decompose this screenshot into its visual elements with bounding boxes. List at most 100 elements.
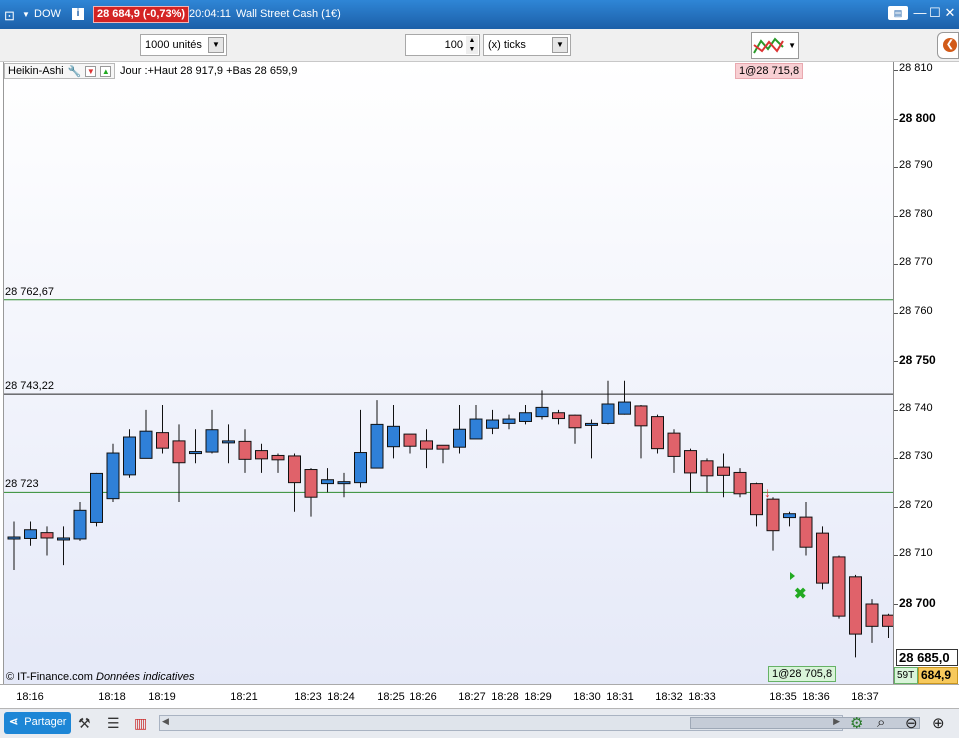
price-tick: 28 720 <box>899 498 933 511</box>
list-icon[interactable]: ☰ <box>107 715 120 732</box>
price-axis[interactable]: 28 810 28 800 28 790 28 780 28 770 28 760 28 7… <box>893 62 959 684</box>
candle-body <box>667 432 681 457</box>
current-price-small: 684,9 <box>918 667 958 684</box>
candle-body <box>783 513 796 519</box>
level-label: 28 743,22 <box>5 380 54 393</box>
maximize-icon[interactable]: ☐ <box>928 6 942 20</box>
order-buy-label[interactable]: 1@28 705,8 <box>768 666 837 682</box>
symbol-label[interactable]: DOW <box>34 8 61 20</box>
candle-body <box>717 466 730 476</box>
wrench-icon[interactable]: 🔧 <box>68 65 82 78</box>
time-tick: 18:29 <box>524 691 552 703</box>
cancel-order-icon: ✖ <box>794 585 807 602</box>
price-tick-mark <box>894 458 898 460</box>
time-tick: 18:36 <box>802 691 830 703</box>
chevron-down-icon[interactable]: ▼ <box>788 41 796 50</box>
close-icon[interactable]: ✕ <box>943 6 957 20</box>
share-label: Partager <box>24 716 67 728</box>
candle-body <box>205 429 219 453</box>
horizontal-scrollbar[interactable]: ◀ ▶ <box>159 715 920 731</box>
price-tick: 28 700 <box>899 596 936 610</box>
ticks-unit-select[interactable]: (x) ticks ▼ <box>483 34 571 56</box>
day-high-low: Jour :+Haut 28 917,9 +Bas 28 659,9 <box>120 65 298 77</box>
zoom-out-icon[interactable]: ⊖ <box>905 714 918 732</box>
down-arrow-icon[interactable]: ▼ <box>85 65 97 77</box>
candle-body <box>799 516 813 548</box>
chart-settings-icon[interactable]: ⚙ <box>850 714 863 732</box>
level-label: 28 723 <box>5 478 39 491</box>
price-tick-mark <box>894 118 898 120</box>
indicator-label: Heikin-Ashi <box>8 65 64 77</box>
candle-body <box>651 416 664 450</box>
candle-body <box>222 440 235 444</box>
zoom-fit-icon[interactable]: ⌕ <box>877 714 885 731</box>
candle-body <box>750 483 763 516</box>
price-tick: 28 730 <box>899 450 933 463</box>
candle-body <box>519 412 532 422</box>
zoom-in-icon[interactable]: ⊕ <box>932 714 945 732</box>
time-tick: 18:21 <box>230 691 258 703</box>
candle-body <box>601 403 615 424</box>
price-tick: 28 770 <box>899 256 933 269</box>
price-tick: 28 790 <box>899 159 933 172</box>
info-icon[interactable]: i <box>72 8 84 20</box>
drawing-tools-icon[interactable]: ⚒ <box>78 715 91 732</box>
price-tick-mark <box>894 70 898 71</box>
candle-body <box>106 452 120 500</box>
indicator-tag[interactable]: Heikin-Ashi 🔧 ▼ ▲ <box>4 63 116 79</box>
level-label: 28 762,67 <box>5 285 54 298</box>
price-tick-mark <box>894 409 898 411</box>
candle-body <box>40 532 54 539</box>
price-tick: 28 760 <box>899 304 933 317</box>
candle-body <box>832 556 846 617</box>
candle-body <box>189 451 202 455</box>
candle-body <box>568 414 582 429</box>
last-price-badge: 28 684,9 (-0,73%) <box>93 6 190 23</box>
chevron-down-icon[interactable]: ▼ <box>22 10 30 19</box>
ticks-input[interactable]: 100 ▲ ▼ <box>405 34 480 56</box>
candle-body <box>238 440 252 460</box>
units-select[interactable]: 1000 unités ▼ <box>140 34 227 56</box>
scroll-left-icon[interactable]: ◀ <box>162 716 169 727</box>
chart-type-button[interactable]: ▼ <box>751 32 799 59</box>
buy-marker-icon <box>790 572 795 580</box>
candle-body <box>865 603 879 627</box>
candle-body <box>288 455 301 484</box>
candle-body <box>700 460 714 477</box>
candle-body <box>585 422 598 426</box>
price-tick-mark <box>894 264 898 266</box>
candle-body <box>420 440 433 450</box>
candle-body <box>271 454 285 461</box>
candle-body <box>354 452 367 484</box>
order-sell-label[interactable]: 1@28 715,8 <box>735 63 804 79</box>
price-tick: 28 750 <box>899 353 936 368</box>
price-tick: 28 740 <box>899 401 933 414</box>
units-select-value: 1000 unités <box>145 39 202 51</box>
chevron-down-icon[interactable]: ▼ <box>208 37 224 53</box>
candle-body <box>370 423 384 469</box>
share-button[interactable]: ⋖ Partager <box>4 712 71 734</box>
scrollbar-thumb[interactable] <box>690 717 920 729</box>
time-tick: 18:30 <box>573 691 601 703</box>
chevron-down-icon[interactable]: ▼ <box>552 37 568 53</box>
price-tick: 28 710 <box>899 547 933 560</box>
indicators-icon[interactable]: ▥ <box>134 715 147 732</box>
up-arrow-icon[interactable]: ▲ <box>100 65 112 77</box>
chart-area[interactable]: ↓ ✖ Heikin-Ashi 🔧 ▼ ▲ Jour :+Haut 28 917,… <box>3 62 894 684</box>
side-panel-toggle[interactable]: ❮ <box>937 32 959 59</box>
time-tick: 18:31 <box>606 691 634 703</box>
scroll-right-icon[interactable]: ▶ <box>833 716 840 727</box>
candle-body <box>849 576 862 635</box>
price-tick-mark <box>894 361 898 363</box>
spinner-icon[interactable]: ▲ ▼ <box>466 36 478 54</box>
candle-body <box>453 428 466 448</box>
time-tick: 18:19 <box>148 691 176 703</box>
minimize-icon[interactable]: — <box>913 6 927 20</box>
time-tick: 18:25 <box>377 691 405 703</box>
window-menu-icon[interactable]: ⊡ <box>4 8 15 24</box>
time-tick: 18:28 <box>491 691 519 703</box>
keyboard-icon[interactable]: ▤ <box>888 6 908 20</box>
time-axis[interactable]: 18:16 18:18 18:19 18:21 18:23 18:24 18:25 18:26… <box>0 684 959 708</box>
clock-time: 20:04:11 <box>189 8 232 20</box>
time-tick: 18:23 <box>294 691 322 703</box>
